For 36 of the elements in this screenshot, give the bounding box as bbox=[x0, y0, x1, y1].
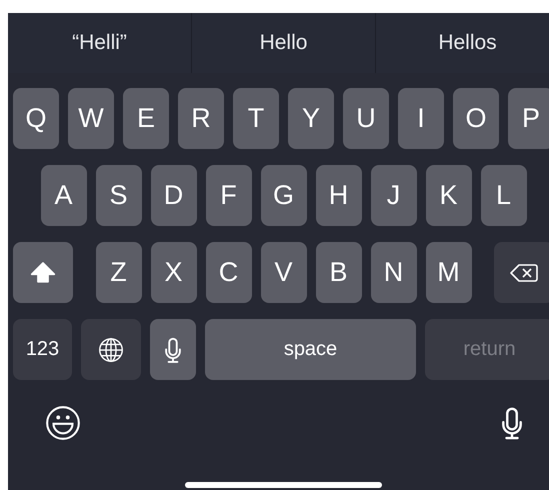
letter-key[interactable]: O bbox=[453, 88, 499, 149]
letter-key[interactable]: B bbox=[316, 242, 362, 303]
suggestion[interactable]: Hellos bbox=[438, 31, 497, 55]
letter-key[interactable]: T bbox=[233, 88, 279, 149]
letter-key[interactable]: Z bbox=[96, 242, 142, 303]
letter-key[interactable]: G bbox=[260, 165, 306, 226]
letter-key[interactable]: E bbox=[123, 88, 169, 149]
emoji-icon[interactable] bbox=[44, 404, 82, 442]
backspace-key[interactable] bbox=[494, 242, 549, 303]
letter-key[interactable]: H bbox=[316, 165, 362, 226]
letter-key[interactable]: S bbox=[96, 165, 142, 226]
letter-key[interactable]: W bbox=[68, 88, 114, 149]
letter-key[interactable]: X bbox=[150, 242, 196, 303]
letter-key[interactable]: I bbox=[398, 88, 444, 149]
globe-key[interactable] bbox=[81, 319, 141, 380]
letter-key[interactable]: C bbox=[206, 242, 252, 303]
letter-key[interactable]: M bbox=[426, 242, 472, 303]
numbers-key[interactable]: 123 bbox=[13, 319, 72, 380]
dictation-key[interactable] bbox=[150, 319, 196, 380]
suggestion[interactable]: “Helli” bbox=[72, 31, 127, 55]
letter-key[interactable]: V bbox=[260, 242, 306, 303]
letter-key[interactable]: N bbox=[370, 242, 416, 303]
letter-key[interactable]: D bbox=[150, 165, 196, 226]
shift-key[interactable] bbox=[13, 242, 73, 303]
space-key[interactable]: space bbox=[205, 319, 416, 380]
letter-key[interactable]: R bbox=[178, 88, 224, 149]
letter-key[interactable]: J bbox=[370, 165, 416, 226]
letter-key[interactable]: K bbox=[426, 165, 472, 226]
letter-key[interactable]: A bbox=[40, 165, 86, 226]
letter-key[interactable]: Y bbox=[288, 88, 334, 149]
letter-key[interactable]: U bbox=[343, 88, 389, 149]
letter-key[interactable]: Q bbox=[13, 88, 59, 149]
letter-key[interactable]: P bbox=[508, 88, 549, 149]
letter-key[interactable]: L bbox=[480, 165, 526, 226]
letter-key[interactable]: F bbox=[206, 165, 252, 226]
suggestion[interactable]: Hello bbox=[260, 31, 308, 55]
